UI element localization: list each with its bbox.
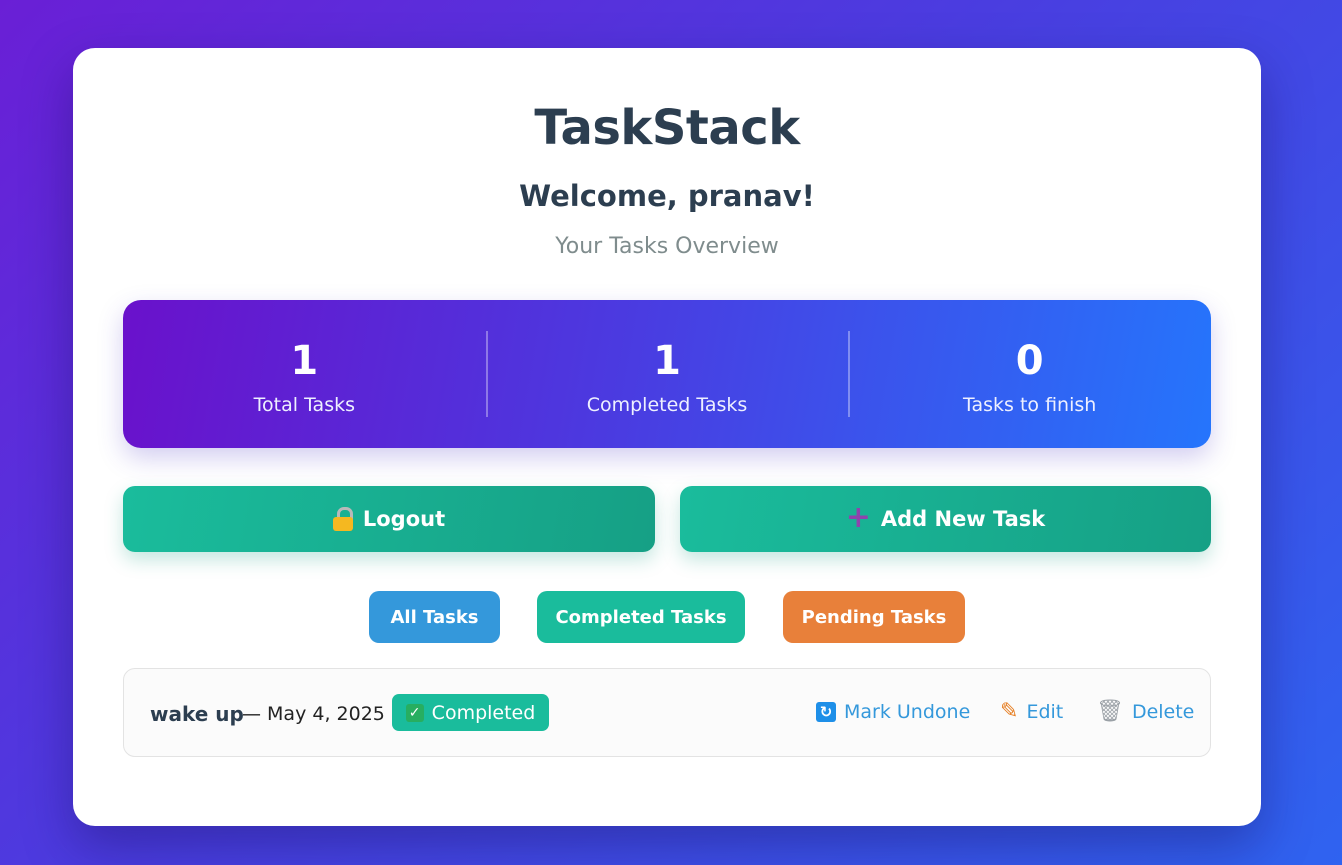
status-label: Completed	[431, 701, 536, 724]
filter-pending-button[interactable]: Pending Tasks	[783, 591, 965, 643]
add-task-label: Add New Task	[880, 507, 1046, 531]
logout-label: Logout	[362, 507, 446, 531]
task-item: wake up — May 4, 2025 ✓ Completed ↻ Mark…	[123, 668, 1211, 757]
mark-undone-label: Mark Undone	[844, 701, 971, 723]
delete-label: Delete	[1131, 701, 1195, 723]
stats-panel: 1 Total Tasks 1 Completed Tasks 0 Tasks …	[123, 300, 1211, 448]
action-bar: Logout + Add New Task	[123, 486, 1211, 552]
delete-button[interactable]: 🗑 Delete	[1096, 699, 1195, 724]
stat-total: 1 Total Tasks	[123, 300, 486, 448]
plus-icon: +	[845, 499, 871, 535]
stat-label: Tasks to finish	[963, 394, 1097, 416]
logout-button[interactable]: Logout	[123, 486, 655, 552]
task-title: wake up	[150, 702, 244, 726]
welcome-message: Welcome, pranav!	[519, 179, 815, 213]
stat-remaining: 0 Tasks to finish	[848, 300, 1211, 448]
pencil-icon: ✎	[1000, 699, 1019, 724]
stat-completed: 1 Completed Tasks	[485, 300, 849, 448]
edit-label: Edit	[1026, 701, 1064, 723]
status-badge: ✓ Completed	[392, 694, 549, 731]
refresh-icon: ↻	[816, 702, 836, 722]
stat-label: Completed Tasks	[586, 394, 748, 416]
filter-all-button[interactable]: All Tasks	[369, 591, 500, 643]
stat-label: Total Tasks	[253, 394, 355, 416]
filter-completed-button[interactable]: Completed Tasks	[537, 591, 745, 643]
task-date: — May 4, 2025	[242, 703, 385, 725]
main-card: TaskStack Welcome, pranav! Your Tasks Ov…	[73, 48, 1261, 826]
overview-subtitle: Your Tasks Overview	[555, 234, 779, 259]
trash-icon: 🗑	[1096, 699, 1124, 724]
mark-undone-button[interactable]: ↻ Mark Undone	[816, 701, 970, 723]
stat-value: 1	[653, 338, 681, 384]
app-title: TaskStack	[534, 100, 800, 156]
filter-bar: All Tasks Completed Tasks Pending Tasks	[73, 591, 1261, 643]
checkmark-icon: ✓	[405, 703, 424, 722]
edit-button[interactable]: ✎ Edit	[1000, 699, 1064, 724]
lock-icon	[332, 507, 353, 531]
stat-value: 1	[290, 338, 319, 384]
add-task-button[interactable]: + Add New Task	[680, 486, 1211, 552]
stat-value: 0	[1015, 338, 1044, 384]
